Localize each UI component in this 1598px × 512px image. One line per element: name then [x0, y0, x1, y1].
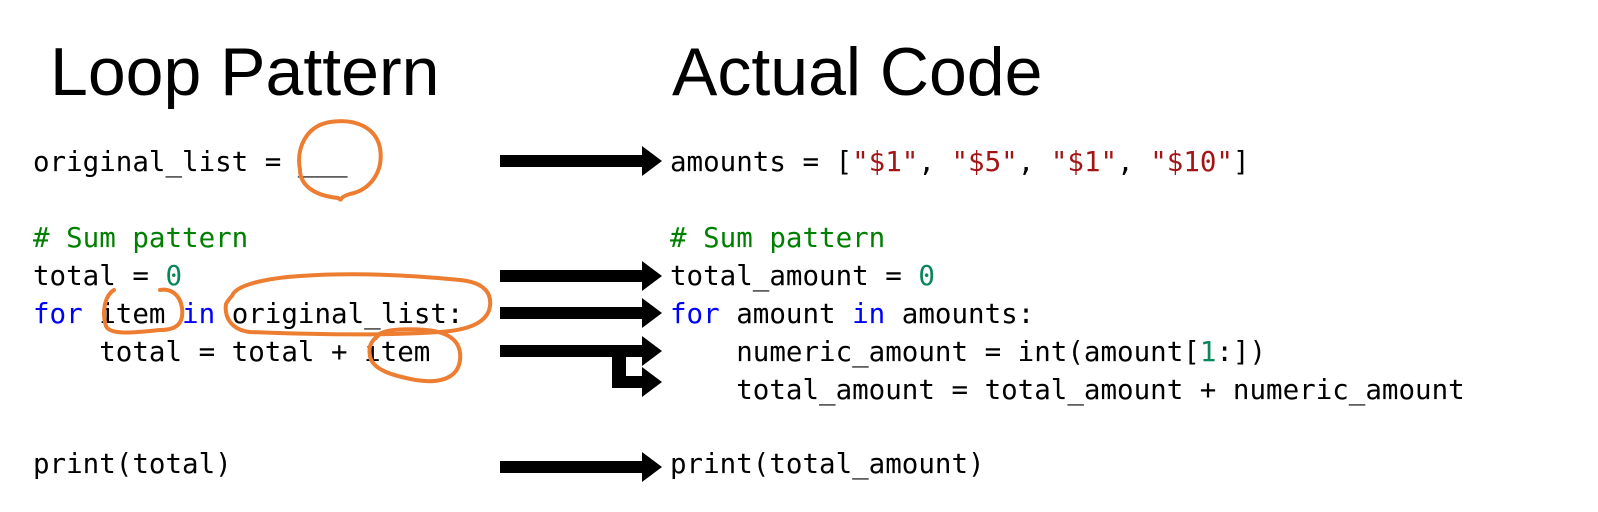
- arrow-print: [500, 452, 662, 482]
- arrow-original-list: [500, 146, 662, 176]
- circle-blank-placeholder: [297, 119, 383, 202]
- circle-original-list: [223, 272, 493, 337]
- arrow-total-init: [500, 261, 662, 291]
- diagram-overlay: [102, 119, 662, 482]
- arrow-for-loop: [500, 298, 662, 328]
- arrow-branch: [612, 357, 662, 397]
- arrow-total-update: [500, 336, 662, 366]
- circle-item-expression: [367, 327, 463, 384]
- circle-item-var: [102, 287, 185, 335]
